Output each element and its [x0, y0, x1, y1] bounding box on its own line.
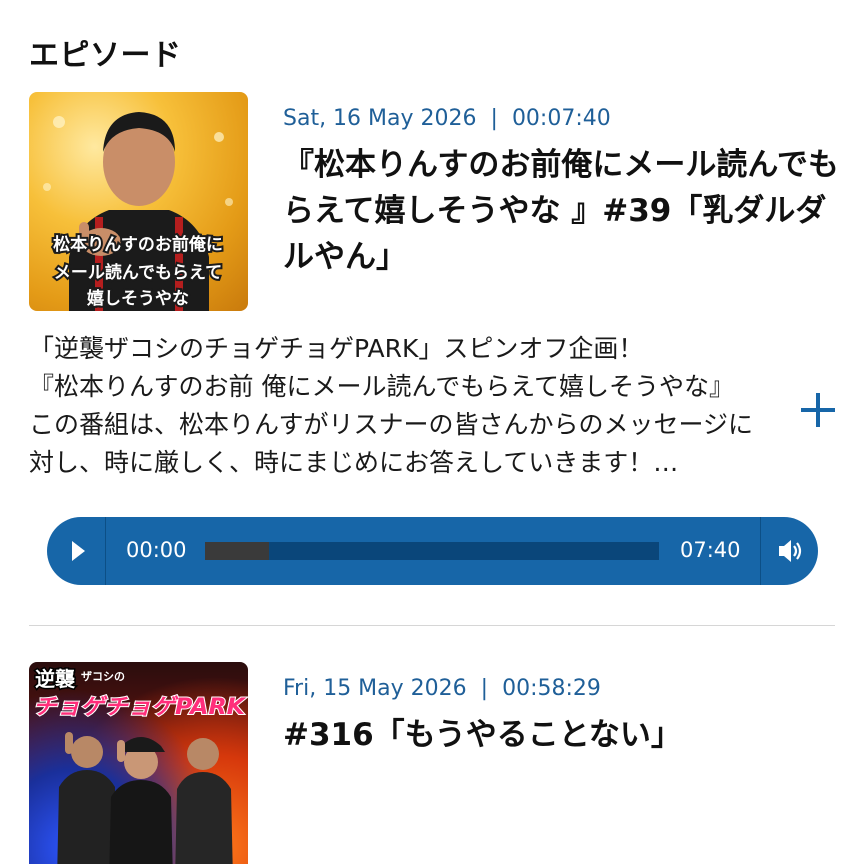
- episode-date: Fri, 15 May 2026: [283, 676, 467, 701]
- episode-meta: Fri, 15 May 2026 | 00:58:29: [283, 676, 601, 701]
- total-time: 07:40: [680, 538, 741, 562]
- player-divider: [105, 517, 106, 585]
- episode-separator: [29, 625, 835, 626]
- current-time: 00:00: [126, 538, 187, 562]
- svg-text:嬉しそうやな: 嬉しそうやな: [86, 288, 189, 309]
- volume-button[interactable]: [761, 517, 818, 585]
- episode-date: Sat, 16 May 2026: [283, 106, 477, 131]
- episode-duration: 00:07:40: [511, 106, 611, 131]
- expand-description-button[interactable]: [798, 390, 838, 430]
- plus-icon: [801, 393, 835, 427]
- episode-thumbnail[interactable]: 松本りんすのお前俺に メール読んでもらえて 嬉しそうやな: [29, 92, 248, 311]
- svg-text:松本りんすのお前俺に: 松本りんすのお前俺に: [53, 234, 223, 255]
- thumbnail-title-text: 逆襲 ザコシの チョゲチョゲPARK: [32, 666, 248, 722]
- description-line: この番組は、松本りんすがリスナーの皆さんからのメッセージに: [29, 410, 754, 439]
- play-button[interactable]: [47, 517, 105, 585]
- description-line: 「逆襲ザコシのチョゲチョゲPARK」スピンオフ企画！: [29, 334, 644, 363]
- episode-duration: 00:58:29: [502, 676, 601, 701]
- svg-text:逆襲: 逆襲: [35, 667, 76, 691]
- episode-title[interactable]: 『松本りんすのお前俺にメール読んでもらえて嬉しそうやな 』#39「乳ダルダルやん…: [283, 142, 843, 280]
- meta-separator: |: [490, 106, 498, 131]
- meta-separator: |: [480, 676, 489, 701]
- episode-list-page: エピソード 松本りんすのお前俺に メール読んでもらえて 嬉しそうやな Sat, …: [0, 0, 864, 864]
- description-line: 『松本りんすのお前 俺にメール読んでもらえて嬉しそうやな』: [29, 372, 734, 401]
- description-line: 対し、時に厳しく、時にまじめにお答えしていきます！…: [29, 448, 679, 477]
- podcast-cover-art: 松本りんすのお前俺に メール読んでもらえて 嬉しそうやな: [43, 112, 233, 311]
- section-title: エピソード: [29, 38, 182, 73]
- volume-icon: [779, 540, 802, 562]
- podcast-cover-art: 逆襲 ザコシの チョゲチョゲPARK: [32, 666, 248, 864]
- play-icon: [72, 541, 85, 561]
- svg-text:チョゲチョゲPARK: チョゲチョゲPARK: [33, 695, 247, 720]
- svg-text:メール読んでもらえて: メール読んでもらえて: [54, 262, 222, 283]
- episode-description: 「逆襲ザコシのチョゲチョゲPARK」スピンオフ企画！ 『松本りんすのお前 俺にメ…: [29, 330, 789, 482]
- episode-thumbnail[interactable]: 逆襲 ザコシの チョゲチョゲPARK: [29, 662, 248, 864]
- audio-player: 00:00 07:40: [47, 517, 818, 585]
- svg-text:ザコシの: ザコシの: [81, 670, 125, 683]
- episode-title[interactable]: #316「もうやることない」: [283, 712, 843, 758]
- progress-buffered: [205, 542, 269, 560]
- episode-meta: Sat, 16 May 2026 | 00:07:40: [283, 106, 611, 131]
- progress-bar[interactable]: [205, 542, 659, 560]
